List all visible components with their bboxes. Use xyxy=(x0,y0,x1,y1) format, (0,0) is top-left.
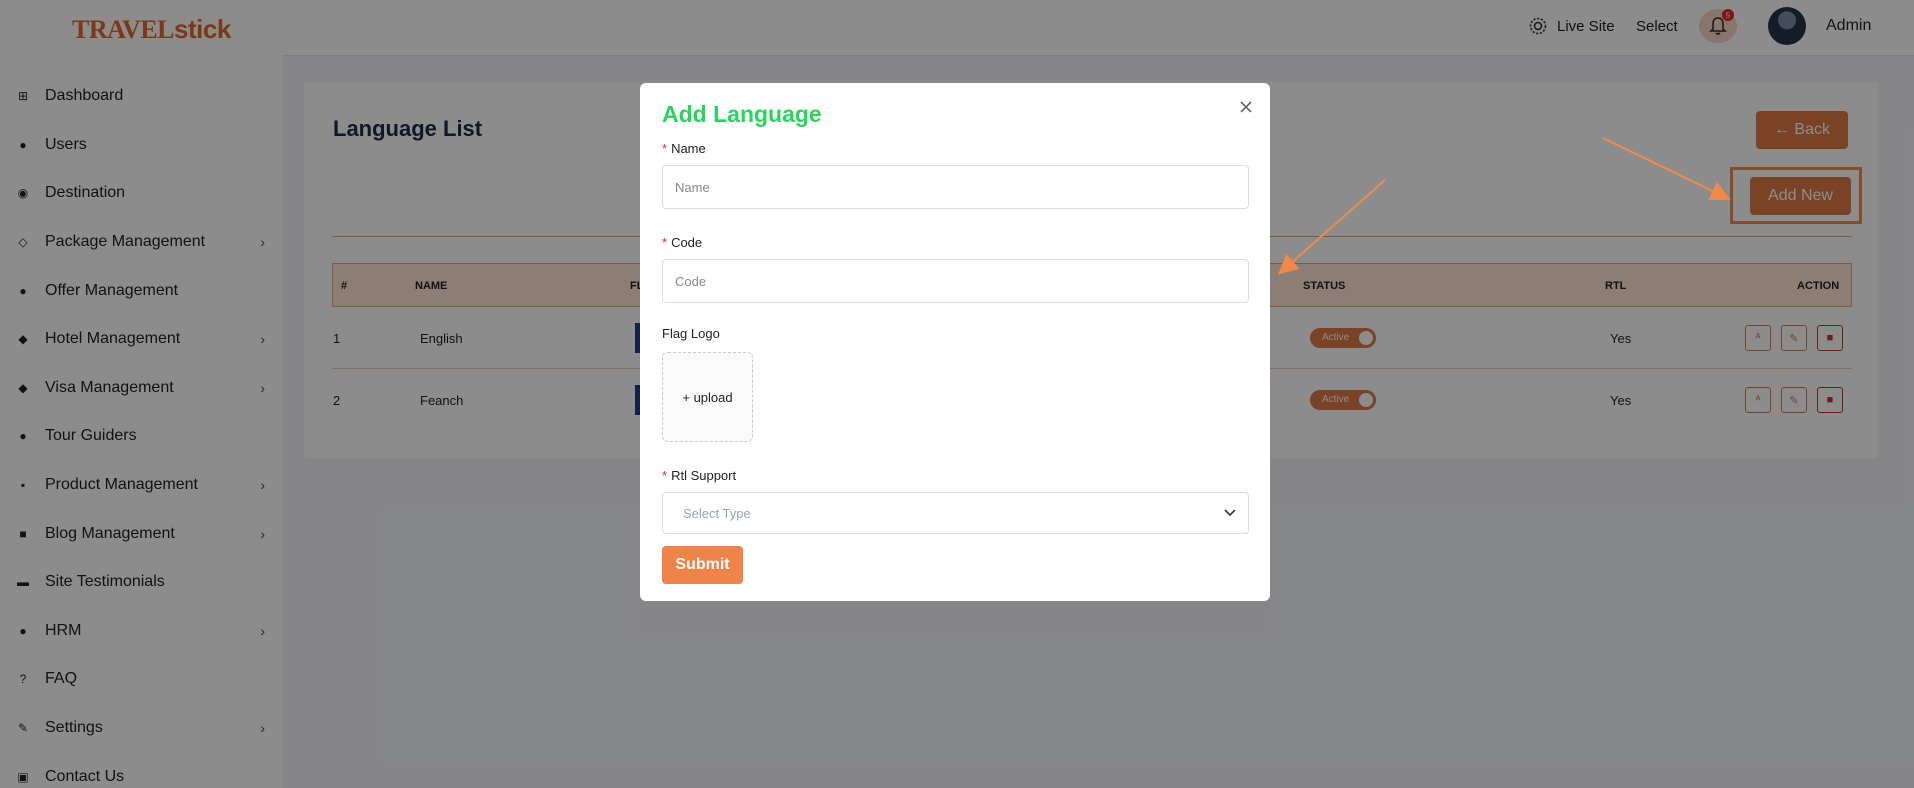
rtl-support-select[interactable]: Select Type xyxy=(662,492,1249,534)
close-button[interactable] xyxy=(1236,97,1256,117)
code-input[interactable] xyxy=(662,259,1249,303)
name-label-text: Name xyxy=(671,141,706,156)
rtl-support-label: * Rtl Support xyxy=(662,468,736,483)
chevron-down-icon xyxy=(1224,509,1236,517)
close-icon xyxy=(1240,101,1252,113)
select-placeholder: Select Type xyxy=(683,506,751,521)
name-input[interactable] xyxy=(662,165,1249,209)
upload-button[interactable]: + upload xyxy=(662,352,753,442)
submit-button[interactable]: Submit xyxy=(662,546,743,584)
name-label: * Name xyxy=(662,141,706,156)
required-marker: * xyxy=(662,141,668,156)
rtl-support-label-text: Rtl Support xyxy=(671,468,737,483)
code-label: * Code xyxy=(662,235,702,250)
modal-title: Add Language xyxy=(662,101,822,127)
required-marker: * xyxy=(662,235,668,250)
code-label-text: Code xyxy=(671,235,703,250)
add-language-modal: Add Language *Name *Code Flag Logo + upl… xyxy=(640,83,1270,601)
flag-logo-label: Flag Logo xyxy=(662,326,720,341)
required-marker: * xyxy=(662,468,668,483)
